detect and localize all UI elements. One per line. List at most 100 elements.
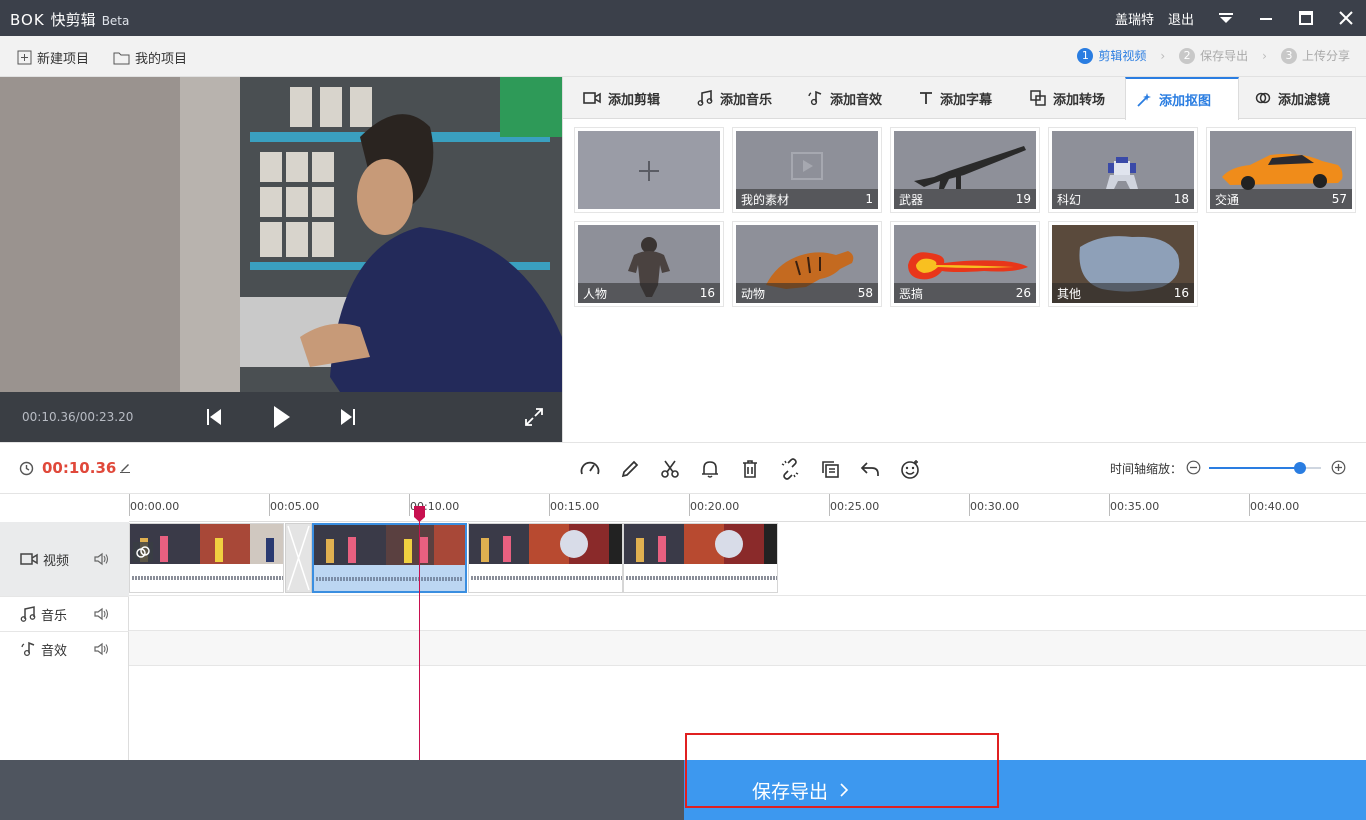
brand-logo-text: BOK [10,11,45,29]
unlink-icon[interactable] [778,457,802,481]
step-save-export[interactable]: 2 保存导出 [1179,47,1248,64]
video-clip[interactable] [468,523,623,593]
tab-label: 添加转场 [1053,92,1106,108]
tab-label: 添加剪辑 [608,92,661,108]
next-frame-icon[interactable] [340,408,356,426]
material-tabs: 添加剪辑 添加音乐 添加音效 添加字幕 添加转场 添加抠图 添加滤镜 [563,77,1366,120]
volume-icon[interactable] [93,607,109,621]
material-card-my-materials[interactable]: 我的素材 1 [733,128,881,212]
title-bar: BOK 快剪辑 Beta 盖瑞特 退出 [0,0,1366,36]
zoom-slider[interactable] [1209,462,1321,474]
bell-icon[interactable] [698,457,722,481]
new-project-button[interactable]: 新建项目 [17,48,89,67]
app-logo: BOK 快剪辑 Beta [10,9,129,30]
bottom-bar: 保存导出 [0,760,1366,820]
transition-marker[interactable] [285,523,312,593]
menu-dropdown-icon[interactable] [1206,0,1246,36]
tab-add-transition[interactable]: 添加转场 [1020,77,1115,119]
tab-add-sound-effect[interactable]: 添加音效 [797,77,892,119]
fullscreen-icon[interactable] [524,407,544,427]
step-number: 1 [1077,47,1094,64]
time-ruler[interactable]: 00:00.00 00:05.00 00:10.00 00:15.00 00:2… [129,494,1366,522]
material-count: 16 [699,286,715,300]
play-icon[interactable] [272,404,292,430]
material-card-scifi[interactable]: 科幻 18 [1049,128,1197,212]
maximize-icon[interactable] [1286,0,1326,36]
material-label: 动物 [741,286,766,301]
sound-effect-icon [21,641,35,657]
step-label: 保存导出 [1200,49,1249,63]
tab-add-subtitle[interactable]: 添加字幕 [909,77,1002,119]
volume-icon[interactable] [93,642,109,656]
material-label: 其他 [1057,286,1082,301]
ruler-tick-label: 00:15.00 [550,500,600,513]
username-link[interactable]: 盖瑞特 [1115,9,1154,28]
ruler-tick-label: 00:35.00 [1110,500,1160,513]
timeline: 00:00.00 00:05.00 00:10.00 00:15.00 00:2… [0,494,1366,760]
step-upload-share[interactable]: 3 上传分享 [1280,47,1350,64]
material-count: 16 [1173,286,1189,300]
tab-add-music[interactable]: 添加音乐 [687,77,782,119]
material-card-people[interactable]: 人物 16 [575,222,723,306]
link-icon[interactable] [133,542,153,562]
edit-time-icon[interactable] [119,461,131,473]
material-count: 1 [865,192,873,206]
ruler-tick-label: 00:20.00 [690,500,740,513]
close-icon[interactable] [1326,0,1366,36]
scissors-icon[interactable] [658,457,682,481]
chevron-right-icon: › [1160,48,1166,63]
undo-icon[interactable] [858,457,882,481]
video-clip[interactable] [129,523,284,593]
tab-add-clip[interactable]: 添加剪辑 [573,77,670,119]
video-clip[interactable] [623,523,778,593]
delete-icon[interactable] [738,457,762,481]
clip-thumbnail [314,525,465,565]
plus-icon [639,161,659,181]
my-projects-button[interactable]: 我的项目 [113,48,187,67]
material-count: 57 [1331,192,1347,206]
playback-time: 00:10.36/00:23.20 [22,410,134,424]
current-time: 00:10.36 [42,459,117,477]
previous-frame-icon[interactable] [206,408,222,426]
video-clip-selected[interactable] [312,523,467,593]
material-card-funny[interactable]: 恶搞 26 [891,222,1039,306]
zoom-out-icon[interactable] [1186,460,1201,475]
material-card-weapons[interactable]: 武器 19 [891,128,1039,212]
minimize-icon[interactable] [1246,0,1286,36]
material-count: 19 [1015,192,1031,206]
ruler-tick-label: 00:40.00 [1250,500,1300,513]
ruler-tick-label: 00:05.00 [270,500,320,513]
sound-effect-icon [808,90,822,106]
zoom-slider-handle[interactable] [1294,462,1306,474]
tab-add-cutout[interactable]: 添加抠图 [1125,77,1239,120]
copy-icon[interactable] [818,457,842,481]
step-number: 2 [1179,47,1196,64]
transition-icon [1030,90,1046,106]
material-card-transport[interactable]: 交通 57 [1207,128,1355,212]
tab-add-filter[interactable]: 添加滤镜 [1245,77,1340,119]
zoom-in-icon[interactable] [1331,460,1346,475]
material-card-other[interactable]: 其他 16 [1049,222,1197,306]
material-label: 交通 [1215,192,1240,207]
add-material-card[interactable] [575,128,723,212]
music-track-lane[interactable] [129,596,1366,631]
material-count: 58 [857,286,873,300]
folder-icon [113,52,130,64]
video-frame[interactable] [0,77,562,392]
pencil-icon[interactable] [618,457,642,481]
video-camera-icon [583,92,601,104]
logout-link[interactable]: 退出 [1168,9,1194,28]
beta-label: Beta [101,14,130,28]
track-header-music: 音乐 [0,596,129,631]
speed-icon[interactable] [578,457,602,481]
step-edit-video[interactable]: 1 剪辑视频 [1077,47,1146,64]
audio-waveform [316,577,463,581]
track-header-video: 视频 [0,522,129,596]
volume-icon[interactable] [93,552,109,566]
ruler-tick-label: 00:30.00 [970,500,1020,513]
sound-effect-track-lane[interactable] [129,631,1366,666]
emoji-icon[interactable] [898,457,922,481]
material-card-animals[interactable]: 动物 58 [733,222,881,306]
audio-waveform [626,576,777,580]
playhead-handle[interactable] [414,506,425,522]
